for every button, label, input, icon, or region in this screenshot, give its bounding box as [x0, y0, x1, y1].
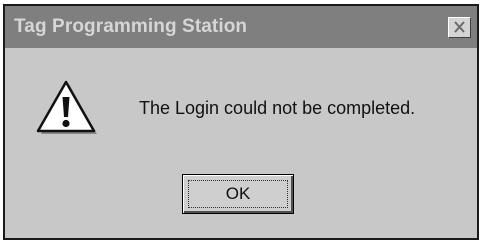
- focus-rectangle: [188, 180, 288, 208]
- close-icon: [454, 21, 465, 33]
- warning-icon: [36, 80, 97, 134]
- title-bar[interactable]: Tag Programming Station: [5, 6, 477, 48]
- close-button[interactable]: [448, 17, 471, 38]
- ok-button[interactable]: OK: [182, 174, 294, 214]
- error-dialog: Tag Programming Station The Login could …: [3, 4, 479, 240]
- error-message: The Login could not be completed.: [139, 98, 416, 118]
- window-title: Tag Programming Station: [14, 16, 248, 37]
